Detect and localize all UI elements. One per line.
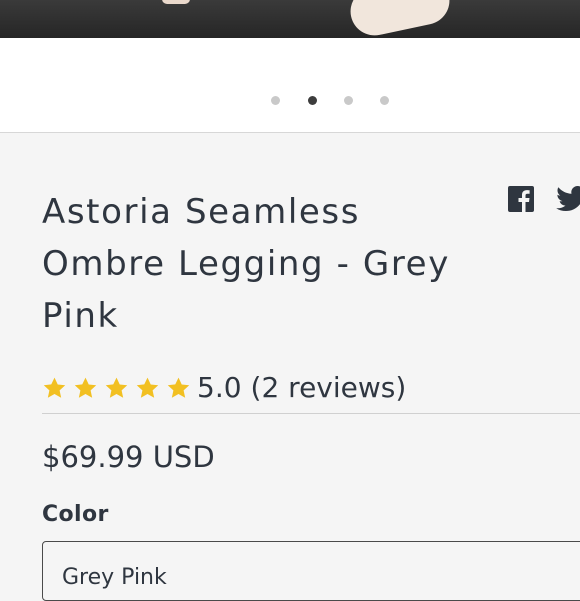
color-select-value: Grey Pink (62, 565, 167, 590)
twitter-share-button[interactable] (556, 186, 580, 212)
carousel-dot-2-active[interactable] (308, 96, 317, 105)
color-option-label: Color (42, 502, 109, 527)
product-title: Astoria Seamless Ombre Legging - Grey Pi… (42, 186, 482, 342)
image-carousel (0, 38, 580, 133)
product-photo-detail (162, 0, 190, 4)
product-title-line-2: Ombre Legging - Grey (42, 244, 450, 284)
carousel-dot-1[interactable] (271, 96, 280, 105)
product-title-line-3: Pink (42, 296, 119, 336)
facebook-share-button[interactable] (508, 186, 534, 212)
star-icon (43, 377, 66, 398)
product-title-line-1: Astoria Seamless (42, 192, 361, 232)
product-photo (0, 0, 580, 38)
star-icon (105, 377, 128, 398)
rating-stars (42, 376, 191, 401)
twitter-icon (556, 186, 580, 211)
carousel-dot-3[interactable] (344, 96, 353, 105)
product-rating[interactable]: 5.0 (2 reviews) (42, 370, 406, 406)
rating-value: 5.0 (197, 371, 242, 404)
review-count-link[interactable]: (2 reviews) (251, 370, 407, 406)
carousel-dots (0, 96, 580, 108)
star-icon (74, 377, 97, 398)
section-divider (42, 413, 580, 414)
star-icon (167, 377, 190, 398)
facebook-icon (508, 186, 534, 212)
product-image-carousel-slide[interactable] (0, 0, 580, 38)
color-select[interactable]: Grey Pink (42, 541, 580, 601)
product-price: $69.99 USD (42, 440, 215, 474)
carousel-dot-4[interactable] (380, 96, 389, 105)
star-icon (136, 377, 159, 398)
